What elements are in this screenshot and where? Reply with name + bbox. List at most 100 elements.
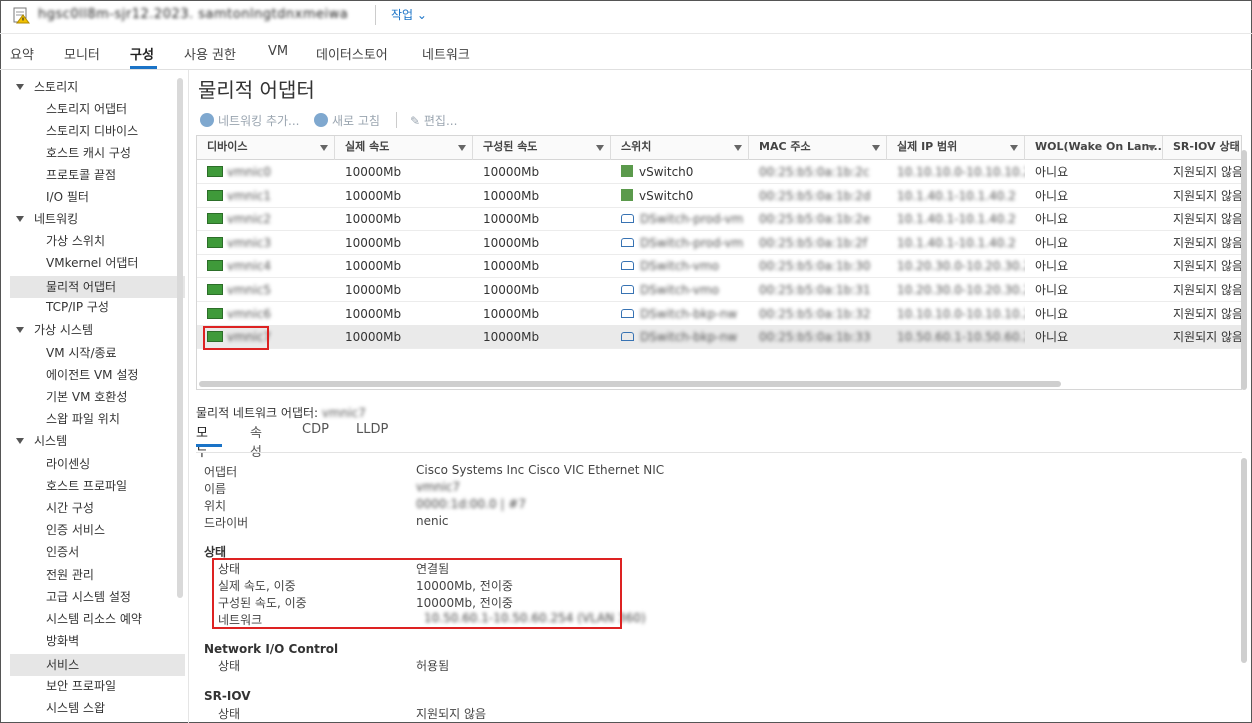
column-mac[interactable]: MAC 주소: [749, 136, 887, 160]
tree-group-virtual-machines[interactable]: 가상 시스템: [16, 321, 93, 343]
filter-icon[interactable]: [596, 145, 604, 151]
configured-speed-cell: 10000Mb: [473, 231, 611, 255]
tab-permissions[interactable]: 사용 권한: [184, 44, 236, 63]
tree-group-networking[interactable]: 네트워킹: [16, 210, 78, 232]
tree-item-advanced-settings[interactable]: 고급 시스템 설정: [46, 588, 131, 610]
tree-item-vmkernel-adapters[interactable]: VMkernel 어댑터: [46, 254, 138, 276]
driver-label: 드라이버: [204, 516, 249, 530]
tree-item-resource-reservation[interactable]: 시스템 리소스 예약: [46, 610, 142, 632]
table-row[interactable]: vmnic2 10000Mb 10000Mb DSwitch-prod-vm 00:25…: [197, 207, 1242, 232]
tree-item-security-profile[interactable]: 보안 프로파일: [46, 677, 116, 699]
ip-range-cell: 10.50.60.1-10.50.60.254: [887, 325, 1025, 349]
filter-icon[interactable]: [320, 145, 328, 151]
tab-datastores[interactable]: 데이터스토어: [316, 44, 388, 63]
refresh-button[interactable]: 새로 고침: [314, 112, 380, 129]
tree-item-physical-adapters[interactable]: 물리적 어댑터: [10, 276, 185, 298]
tree-item-default-vm-compat[interactable]: 기본 VM 호환성: [46, 388, 127, 410]
tab-lldp[interactable]: LLDP: [356, 422, 388, 437]
tree-item-licensing[interactable]: 라이센싱: [46, 455, 90, 477]
ip-range-cell-text: 10.20.30.0-10.20.30.255: [897, 259, 1025, 274]
tab-vms[interactable]: VM: [268, 44, 288, 59]
tree-item-services[interactable]: 서비스: [10, 654, 185, 676]
tree-item-agent-vm[interactable]: 에이전트 VM 설정: [46, 366, 138, 388]
tab-networks[interactable]: 네트워크: [422, 44, 470, 63]
table-row[interactable]: vmnic5 10000Mb 10000Mb DSwitch-vmo 00:25:b5:…: [197, 278, 1241, 302]
tree-item-power-management[interactable]: 전원 관리: [46, 566, 94, 588]
filter-icon[interactable]: [458, 145, 466, 151]
configure-nav-tree: 스토리지 스토리지 어댑터 스토리지 디바이스 호스트 캐시 구성 프로토콜 끝…: [10, 78, 185, 723]
mac-cell: 00:25:b5:0a:1b:2f: [749, 231, 887, 255]
actual-speed-cell-text: 10000Mb: [345, 330, 402, 345]
tab-monitor[interactable]: 모니터: [64, 44, 100, 63]
sriov-cell: 지원되지 않음: [1163, 302, 1241, 326]
tree-item-storage-adapters[interactable]: 스토리지 어댑터: [46, 100, 127, 122]
tree-item-certificate[interactable]: 인증서: [46, 543, 79, 565]
filter-icon[interactable]: [734, 145, 742, 151]
sriov-cell-text: 지원되지 않음: [1173, 212, 1242, 227]
tree-item-protocol-endpoints[interactable]: 프로토콜 끝점: [46, 166, 116, 188]
pane-divider[interactable]: [188, 70, 189, 723]
actual-speed-cell: 10000Mb: [335, 325, 473, 349]
tree-item-auth-services[interactable]: 인증 서비스: [46, 521, 105, 543]
tree-item-host-cache[interactable]: 호스트 캐시 구성: [46, 144, 131, 166]
tree-item-system-swap[interactable]: 시스템 스왑: [46, 699, 105, 721]
tree-group-storage[interactable]: 스토리지: [16, 78, 78, 100]
tree-scrollbar[interactable]: [177, 78, 183, 598]
switch-cell-text: DSwitch-prod-vm: [640, 235, 744, 250]
configured-speed-cell: 10000Mb: [473, 184, 611, 208]
detail-scrollbar[interactable]: [1241, 458, 1247, 663]
column-configured-speed[interactable]: 구성된 속도: [473, 136, 611, 160]
sriov-cell-text: 지원되지 않음: [1173, 330, 1242, 345]
wol-cell: 아니요: [1025, 254, 1163, 278]
table-row[interactable]: vmnic1 10000Mb 10000Mb vSwitch0 00:25:b5:0a:…: [197, 184, 1241, 208]
tree-item-swap-location[interactable]: 스왑 파일 위치: [46, 410, 120, 432]
filter-icon[interactable]: [1010, 145, 1018, 151]
main-vertical-scrollbar[interactable]: [1241, 150, 1247, 390]
table-row[interactable]: vmnic3 10000Mb 10000Mb DSwitch-prod-vm 00:25…: [197, 231, 1241, 255]
add-networking-button[interactable]: 네트워킹 추가...: [200, 112, 300, 129]
ip-range-cell-text: 10.10.10.0-10.10.10.255: [897, 306, 1025, 321]
tree-item-storage-devices[interactable]: 스토리지 디바이스: [46, 122, 138, 144]
filter-icon[interactable]: [872, 145, 880, 151]
filter-icon[interactable]: [1148, 145, 1156, 151]
tree-item-firewall[interactable]: 방화벽: [46, 632, 79, 654]
sriov-cell: 지원되지 않음: [1163, 278, 1241, 302]
tree-item-vm-startup[interactable]: VM 시작/종료: [46, 344, 117, 366]
configured-speed-cell-text: 10000Mb: [483, 283, 540, 297]
column-device[interactable]: 디바이스: [197, 136, 335, 160]
sriov-cell: 지원되지 않음: [1163, 325, 1242, 349]
tree-item-host-profile[interactable]: 호스트 프로파일: [46, 477, 127, 499]
object-tabs: 요약 모니터 구성 사용 권한 VM 데이터스토어 네트워크: [0, 36, 1252, 70]
tree-item-tcpip[interactable]: TCP/IP 구성: [46, 298, 109, 320]
table-row[interactable]: vmnic0 10000Mb 10000Mb vSwitch0 00:25:b5:0a:…: [197, 160, 1241, 184]
tree-item-virtual-switches[interactable]: 가상 스위치: [46, 232, 105, 254]
tree-group-system[interactable]: 시스템: [16, 432, 67, 454]
column-switch[interactable]: 스위치: [611, 136, 749, 160]
tab-configure[interactable]: 구성: [130, 44, 154, 63]
table-row[interactable]: vmnic7 10000Mb 10000Mb DSwitch-bkp-nw 00:25:…: [197, 325, 1242, 350]
actual-speed-cell-text: 10000Mb: [345, 259, 402, 274]
wol-cell: 아니요: [1025, 160, 1163, 184]
tree-item-time-config[interactable]: 시간 구성: [46, 499, 94, 521]
tab-summary[interactable]: 요약: [10, 44, 34, 63]
column-ip-range[interactable]: 실제 IP 범위: [887, 136, 1025, 160]
tab-cdp[interactable]: CDP: [302, 422, 329, 437]
table-row[interactable]: vmnic6 10000Mb 10000Mb DSwitch-bkp-nw 00:25:…: [197, 302, 1241, 326]
actual-speed-cell: 10000Mb: [335, 278, 473, 302]
column-sriov[interactable]: SR-IOV 상태: [1163, 136, 1241, 160]
column-actual-speed[interactable]: 실제 속도: [335, 136, 473, 160]
tree-item-io-filters[interactable]: I/O 필터: [46, 188, 89, 210]
table-row[interactable]: vmnic4 10000Mb 10000Mb DSwitch-vmo 00:25:b5:…: [197, 254, 1241, 279]
column-wol[interactable]: WOL(Wake On Lan...: [1025, 136, 1163, 160]
ip-range-cell-text: 10.1.40.1-10.1.40.2: [897, 188, 1016, 203]
distributed-switch-icon: [621, 261, 634, 271]
mac-cell-text: 00:25:b5:0a:1b:2d: [759, 188, 871, 203]
mac-cell: 00:25:b5:0a:1b:32: [749, 302, 887, 326]
driver-value: nenic: [416, 514, 449, 528]
edit-button[interactable]: ✎ 편집...: [410, 112, 457, 129]
distributed-switch-icon: [621, 332, 634, 342]
actions-menu-button[interactable]: 작업 ⌄: [391, 6, 427, 23]
grid-horizontal-scrollbar[interactable]: [199, 381, 1061, 387]
wol-cell-text: 아니요: [1035, 283, 1069, 297]
configured-speed-cell: 10000Mb: [473, 325, 611, 349]
